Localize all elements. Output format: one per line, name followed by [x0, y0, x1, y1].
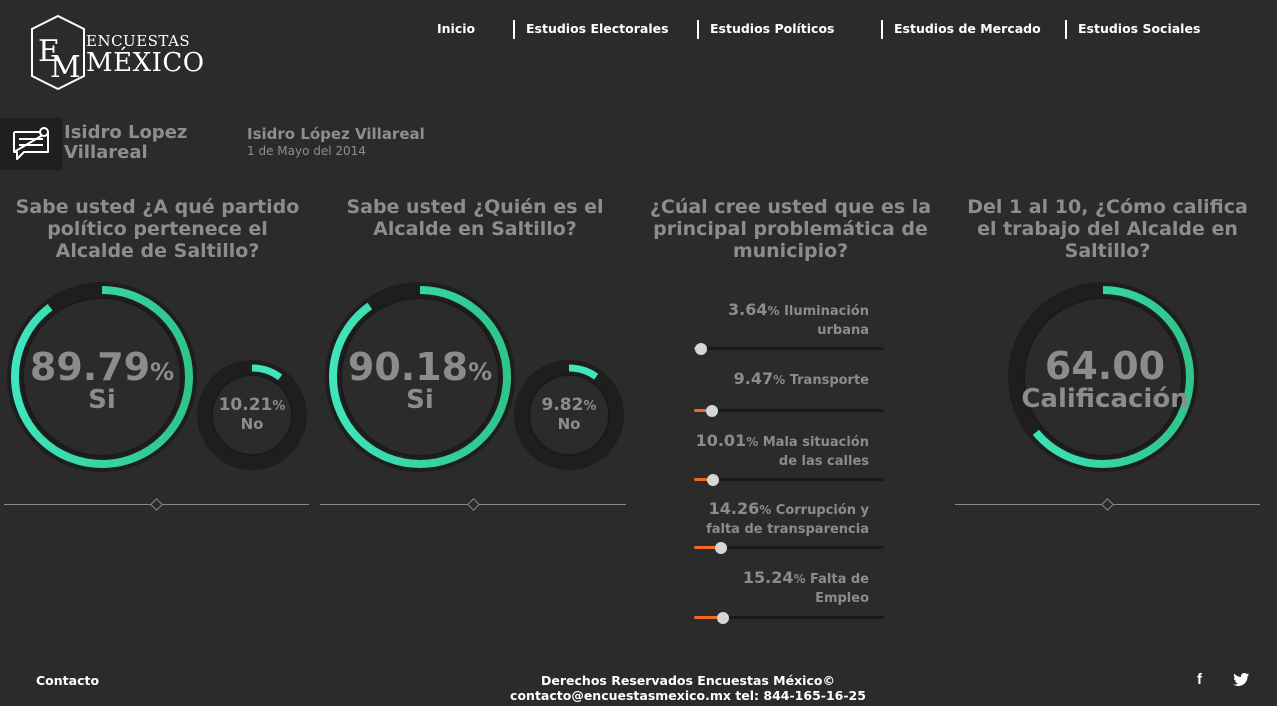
brand-line2: MÉXICO — [86, 48, 205, 78]
divider-diamond — [1101, 498, 1114, 511]
problem-slider-track — [694, 478, 884, 481]
divider-diamond — [467, 498, 480, 511]
question-3-text: ¿Cúal cree usted que es la principal pro… — [649, 196, 932, 262]
problem-item-transporte: 9.47% Transporte — [690, 369, 869, 390]
q2-si-unit: % — [468, 358, 493, 386]
message-icon-box — [0, 118, 62, 170]
problem-unit: % — [759, 503, 772, 517]
nav-separator — [1065, 20, 1067, 39]
problem-label: Falta de Empleo — [810, 572, 869, 606]
problem-item-corrupcion: 14.26% Corrupción y falta de transparenc… — [690, 499, 869, 539]
q4-rating-value: 64.00 — [1044, 344, 1166, 388]
problem-unit: % — [793, 572, 806, 586]
problem-value: 15.24 — [742, 568, 794, 587]
q2-secondary-label: 9.82% No — [519, 395, 619, 433]
footer-contact-link[interactable]: Contacto — [36, 673, 99, 688]
nav-estudios-mercado[interactable]: Estudios de Mercado — [894, 21, 1041, 36]
footer-copyright: Derechos Reservados Encuestas México© co… — [510, 673, 866, 703]
problem-item-iluminacion: 3.64% Iluminación urbana — [690, 300, 869, 340]
q1-si-label: Si — [88, 385, 116, 415]
problem-slider-knob[interactable] — [706, 405, 718, 417]
nav-estudios-politicos[interactable]: Estudios Políticos — [710, 21, 834, 36]
author-name: Isidro Lopez Villareal — [64, 122, 188, 163]
nav-inicio[interactable]: Inicio — [437, 21, 475, 36]
problem-value: 14.26 — [708, 499, 760, 518]
q2-main-label: 90.18% Si — [320, 345, 520, 415]
nav-separator — [697, 20, 699, 39]
problem-slider-knob[interactable] — [695, 343, 707, 355]
problem-slider-knob[interactable] — [707, 474, 719, 486]
q1-si-value: 89.79 — [29, 345, 151, 389]
question-4-text: Del 1 al 10, ¿Cómo califica el trabajo d… — [967, 196, 1248, 262]
publish-date: 1 de Mayo del 2014 — [247, 144, 366, 158]
q2-si-label: Si — [406, 385, 434, 415]
problem-label: Mala situación de las calles — [762, 435, 869, 469]
article-title: Isidro López Villareal — [247, 125, 425, 143]
q1-no-value: 10.21 — [218, 395, 273, 415]
brand-logo[interactable]: E M ENCUESTAS MÉXICO — [30, 15, 204, 90]
q1-main-label: 89.79% Si — [2, 345, 202, 415]
q1-no-unit: % — [272, 399, 286, 414]
question-2-text: Sabe usted ¿Quién es el Alcalde en Salti… — [346, 196, 604, 240]
problem-slider-track — [694, 409, 884, 412]
nav-estudios-electorales[interactable]: Estudios Electorales — [526, 21, 669, 36]
q2-si-value: 90.18 — [347, 345, 469, 389]
nav-estudios-sociales[interactable]: Estudios Sociales — [1078, 21, 1200, 36]
problem-slider-knob[interactable] — [717, 612, 729, 624]
nav-separator — [513, 20, 515, 39]
problem-slider-knob[interactable] — [715, 542, 727, 554]
message-icon — [13, 127, 49, 160]
problem-value: 3.64 — [728, 300, 768, 319]
problem-unit: % — [746, 435, 759, 449]
twitter-icon[interactable] — [1233, 672, 1250, 691]
q2-no-unit: % — [583, 399, 597, 414]
question-1-text: Sabe usted ¿A qué partido político perte… — [15, 196, 300, 262]
problem-value: 10.01 — [695, 431, 747, 450]
facebook-icon[interactable]: f — [1197, 671, 1202, 688]
q4-main-label: 64.00 Calificación — [1005, 344, 1205, 414]
problem-unit: % — [767, 304, 780, 318]
nav-separator — [881, 20, 883, 39]
problem-item-empleo: 15.24% Falta de Empleo — [690, 568, 869, 608]
q1-si-unit: % — [150, 358, 175, 386]
svg-text:M: M — [50, 50, 81, 85]
problem-unit: % — [773, 373, 786, 387]
q2-no-value: 9.82 — [541, 395, 584, 415]
divider-diamond — [150, 498, 163, 511]
logo-monogram-icon: E M — [31, 15, 85, 90]
q2-no-label: No — [557, 415, 581, 433]
problem-value: 9.47 — [733, 369, 774, 388]
problem-label: Transporte — [789, 373, 869, 388]
q1-secondary-label: 10.21% No — [202, 395, 302, 433]
q4-rating-label: Calificación — [1021, 384, 1189, 414]
problem-slider-track — [694, 347, 884, 350]
problem-item-calles: 10.01% Mala situación de las calles — [690, 431, 869, 471]
problem-label: Iluminación urbana — [784, 304, 869, 338]
q1-no-label: No — [240, 415, 264, 433]
